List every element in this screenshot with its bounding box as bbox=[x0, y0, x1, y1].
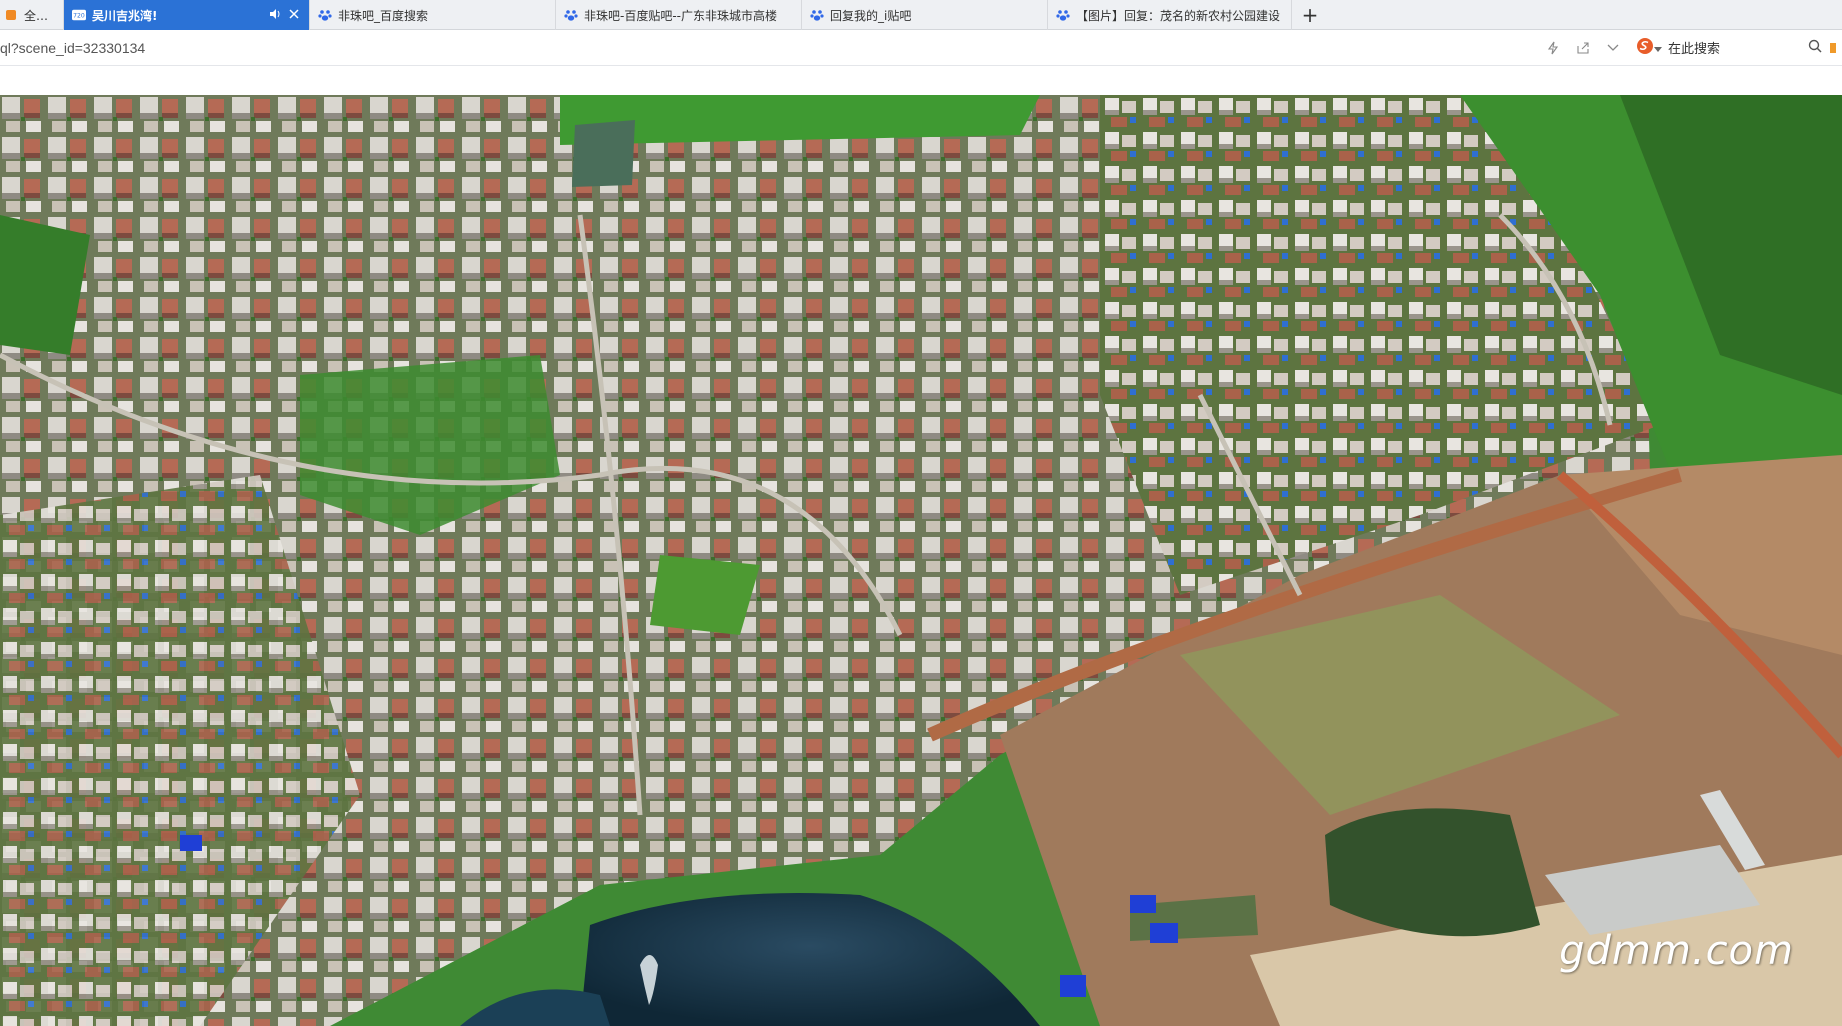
tab-4[interactable]: 回复我的_i贴吧 bbox=[802, 0, 1048, 30]
tab-label: 非珠吧-百度贴吧--广东非珠城市高楼 bbox=[584, 8, 777, 23]
engine-dropdown-icon bbox=[1654, 38, 1662, 57]
page-content: gdmm.com bbox=[0, 66, 1842, 1026]
tab-2[interactable]: 非珠吧_百度搜索 bbox=[310, 0, 556, 30]
tab-label: 【图片】回复：茂名的新农村公园建设 bbox=[1076, 8, 1281, 23]
panorama-image bbox=[0, 95, 1842, 1026]
baidu-paw-icon bbox=[564, 8, 578, 22]
tab-label: 吴川吉兆湾! bbox=[92, 8, 158, 23]
address-actions: 在此搜索 bbox=[1538, 30, 1842, 66]
tab-5[interactable]: 【图片】回复：茂名的新农村公园建设 bbox=[1048, 0, 1292, 30]
extension-icon[interactable] bbox=[1822, 30, 1842, 66]
sogou-icon bbox=[1636, 37, 1654, 59]
tab-3[interactable]: 非珠吧-百度贴吧--广东非珠城市高楼 bbox=[556, 0, 802, 30]
search-engine-selector[interactable] bbox=[1628, 37, 1662, 59]
share-icon[interactable] bbox=[1568, 30, 1598, 66]
watermark-text: gdmm.com bbox=[1559, 928, 1794, 974]
tab-active[interactable]: 720 吴川吉兆湾! bbox=[64, 0, 310, 30]
tab-label: 非珠吧_百度搜索 bbox=[338, 8, 429, 23]
search-input[interactable]: 在此搜索 bbox=[1662, 38, 1822, 57]
720-badge-text: 720 bbox=[73, 13, 85, 20]
new-tab-button[interactable]: + bbox=[1292, 0, 1328, 29]
baidu-paw-icon bbox=[318, 8, 332, 22]
url-field[interactable]: ql?scene_id=32330134 bbox=[0, 40, 1538, 56]
baidu-paw-icon bbox=[1056, 8, 1070, 22]
tab-0[interactable]: 全最摄影 bbox=[0, 0, 64, 30]
aerial-panorama[interactable]: gdmm.com bbox=[0, 95, 1842, 1026]
baidu-paw-icon bbox=[810, 8, 824, 22]
search-placeholder: 在此搜索 bbox=[1668, 42, 1721, 57]
search-icon[interactable] bbox=[1808, 39, 1822, 57]
app-icon bbox=[4, 8, 18, 22]
close-tab-icon[interactable] bbox=[289, 8, 299, 22]
chevron-down-icon[interactable] bbox=[1598, 30, 1628, 66]
tab-bar: 全最摄影 720 吴川吉兆湾! 非珠吧_百度搜索 非珠吧-百度贴吧--广东非珠城… bbox=[0, 0, 1842, 30]
address-bar: ql?scene_id=32330134 在此搜索 bbox=[0, 30, 1842, 66]
speaker-icon[interactable] bbox=[269, 8, 281, 23]
tab-label: 回复我的_i贴吧 bbox=[830, 8, 912, 23]
720-icon: 720 bbox=[72, 8, 86, 22]
lightning-icon[interactable] bbox=[1538, 30, 1568, 66]
tab-label: 全最摄影 bbox=[24, 8, 53, 23]
